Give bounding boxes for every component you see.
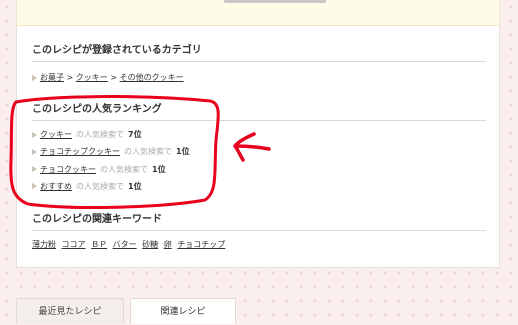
ranking-keyword-link[interactable]: チョコチップクッキー (40, 147, 120, 156)
ranking-row: クッキー の人気検索で 7位 (32, 129, 486, 146)
ranking-text: の人気検索で (76, 181, 124, 191)
ranking-position: 1位 (128, 181, 142, 191)
keyword-link[interactable]: 薄力粉 (32, 240, 56, 249)
ranking-position: 7位 (128, 130, 142, 139)
ranking-row: チョコチップクッキー の人気検索で 1位 (32, 146, 486, 163)
keyword-link[interactable]: バター (113, 240, 137, 249)
category-section: このレシピが登録されているカテゴリ お菓子 > クッキー > その他のクッキー (32, 44, 486, 84)
ranking-keyword-link[interactable]: クッキー (40, 130, 72, 139)
keyword-list: 薄力粉 ココア ＢＰ バター 砂糖 卵 チョコチップ (32, 239, 486, 251)
ranking-text: の人気検索で (76, 130, 124, 139)
ranking-position: 1位 (176, 147, 190, 157)
ranking-section-title: このレシピの人気ランキング (32, 103, 486, 121)
triangle-bullet-icon (32, 166, 37, 173)
triangle-bullet-icon (32, 148, 37, 155)
recipe-info-panel: このレシピが登録されているカテゴリ お菓子 > クッキー > その他のクッキー … (16, 26, 500, 268)
category-link-other-cookie[interactable]: その他のクッキー (120, 73, 184, 82)
category-link-sweets[interactable]: お菓子 (40, 73, 64, 82)
tab-related-recipes[interactable]: 関連レシピ (130, 298, 236, 324)
ranking-position: 1位 (152, 164, 166, 174)
ranking-section: このレシピの人気ランキング クッキー の人気検索で 7位 チョコチップクッキー の人気… (32, 103, 486, 198)
tab-recently-viewed[interactable]: 最近見たレシピ (16, 298, 124, 324)
ranking-text: の人気検索で (124, 147, 172, 157)
keyword-section: このレシピの関連キーワード 薄力粉 ココア ＢＰ バター 砂糖 卵 チョコチップ (32, 213, 486, 251)
keyword-link[interactable]: ＢＰ (91, 240, 107, 249)
keyword-link[interactable]: 卵 (164, 240, 172, 249)
category-link-cookie[interactable]: クッキー (76, 73, 108, 82)
category-breadcrumb: お菓子 > クッキー > その他のクッキー (32, 72, 486, 84)
keyword-link[interactable]: ココア (62, 240, 86, 249)
keyword-section-title: このレシピの関連キーワード (32, 213, 486, 231)
breadcrumb-separator: > (110, 73, 118, 82)
ranking-keyword-link[interactable]: おすすめ (40, 182, 72, 191)
category-section-title: このレシピが登録されているカテゴリ (32, 44, 486, 62)
ranking-text: の人気検索で (100, 164, 148, 174)
keyword-link[interactable]: 砂糖 (142, 240, 158, 249)
breadcrumb-separator: > (66, 73, 74, 82)
ranking-row: チョコクッキー の人気検索で 1位 (32, 164, 486, 181)
top-button[interactable] (224, 0, 326, 3)
triangle-bullet-icon (32, 183, 37, 190)
ranking-row: おすすめ の人気検索で 1位 (32, 181, 486, 198)
top-panel (16, 0, 500, 26)
ranking-list: クッキー の人気検索で 7位 チョコチップクッキー の人気検索で 1位 チョコクッキーの… (32, 129, 486, 198)
triangle-bullet-icon (32, 74, 37, 81)
triangle-bullet-icon (32, 131, 37, 138)
keyword-link[interactable]: チョコチップ (177, 240, 225, 249)
ranking-keyword-link[interactable]: チョコクッキー (40, 165, 96, 174)
